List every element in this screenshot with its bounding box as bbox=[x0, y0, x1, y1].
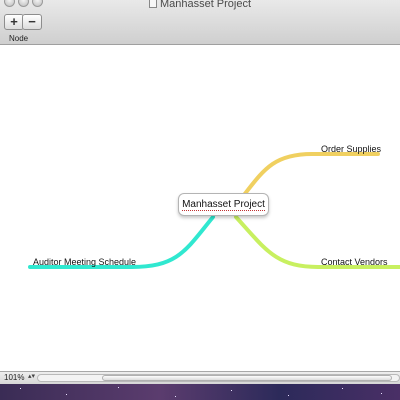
statusbar: 101% ▴▾ bbox=[0, 371, 400, 384]
add-node-button[interactable]: + bbox=[4, 14, 24, 30]
node-contact-vendors[interactable]: Contact Vendors bbox=[321, 257, 388, 267]
horizontal-scrollbar[interactable] bbox=[37, 374, 400, 382]
star-dot bbox=[20, 388, 21, 389]
central-topic-label: Manhasset Project bbox=[182, 199, 265, 211]
zoom-level[interactable]: 101% bbox=[4, 373, 24, 382]
remove-node-button[interactable]: − bbox=[22, 14, 42, 30]
star-dot bbox=[231, 390, 232, 391]
node-toolbar-label: Node bbox=[9, 34, 29, 43]
window-title-text: Manhasset Project bbox=[159, 0, 252, 10]
zoom-stepper-icon[interactable]: ▴▾ bbox=[28, 372, 35, 380]
node-auditor-meeting-schedule[interactable]: Auditor Meeting Schedule bbox=[33, 257, 136, 267]
central-topic-node[interactable]: Manhasset Project bbox=[178, 193, 269, 216]
desktop-background bbox=[0, 384, 400, 400]
star-dot bbox=[342, 388, 343, 389]
app-window: Manhasset Project + − Node Order Supplie… bbox=[0, 0, 400, 384]
document-icon bbox=[148, 0, 157, 8]
star-dot bbox=[381, 393, 382, 394]
node-order-supplies[interactable]: Order Supplies bbox=[321, 144, 381, 154]
star-dot bbox=[288, 395, 289, 396]
titlebar: Manhasset Project + − Node bbox=[0, 0, 400, 45]
star-dot bbox=[118, 387, 119, 388]
mindmap-canvas[interactable]: Order Supplies Contact Vendors Auditor M… bbox=[0, 45, 400, 371]
horizontal-scroll-thumb[interactable] bbox=[102, 375, 392, 381]
window-title: Manhasset Project bbox=[0, 0, 400, 10]
star-dot bbox=[175, 396, 176, 397]
star-dot bbox=[66, 394, 67, 395]
